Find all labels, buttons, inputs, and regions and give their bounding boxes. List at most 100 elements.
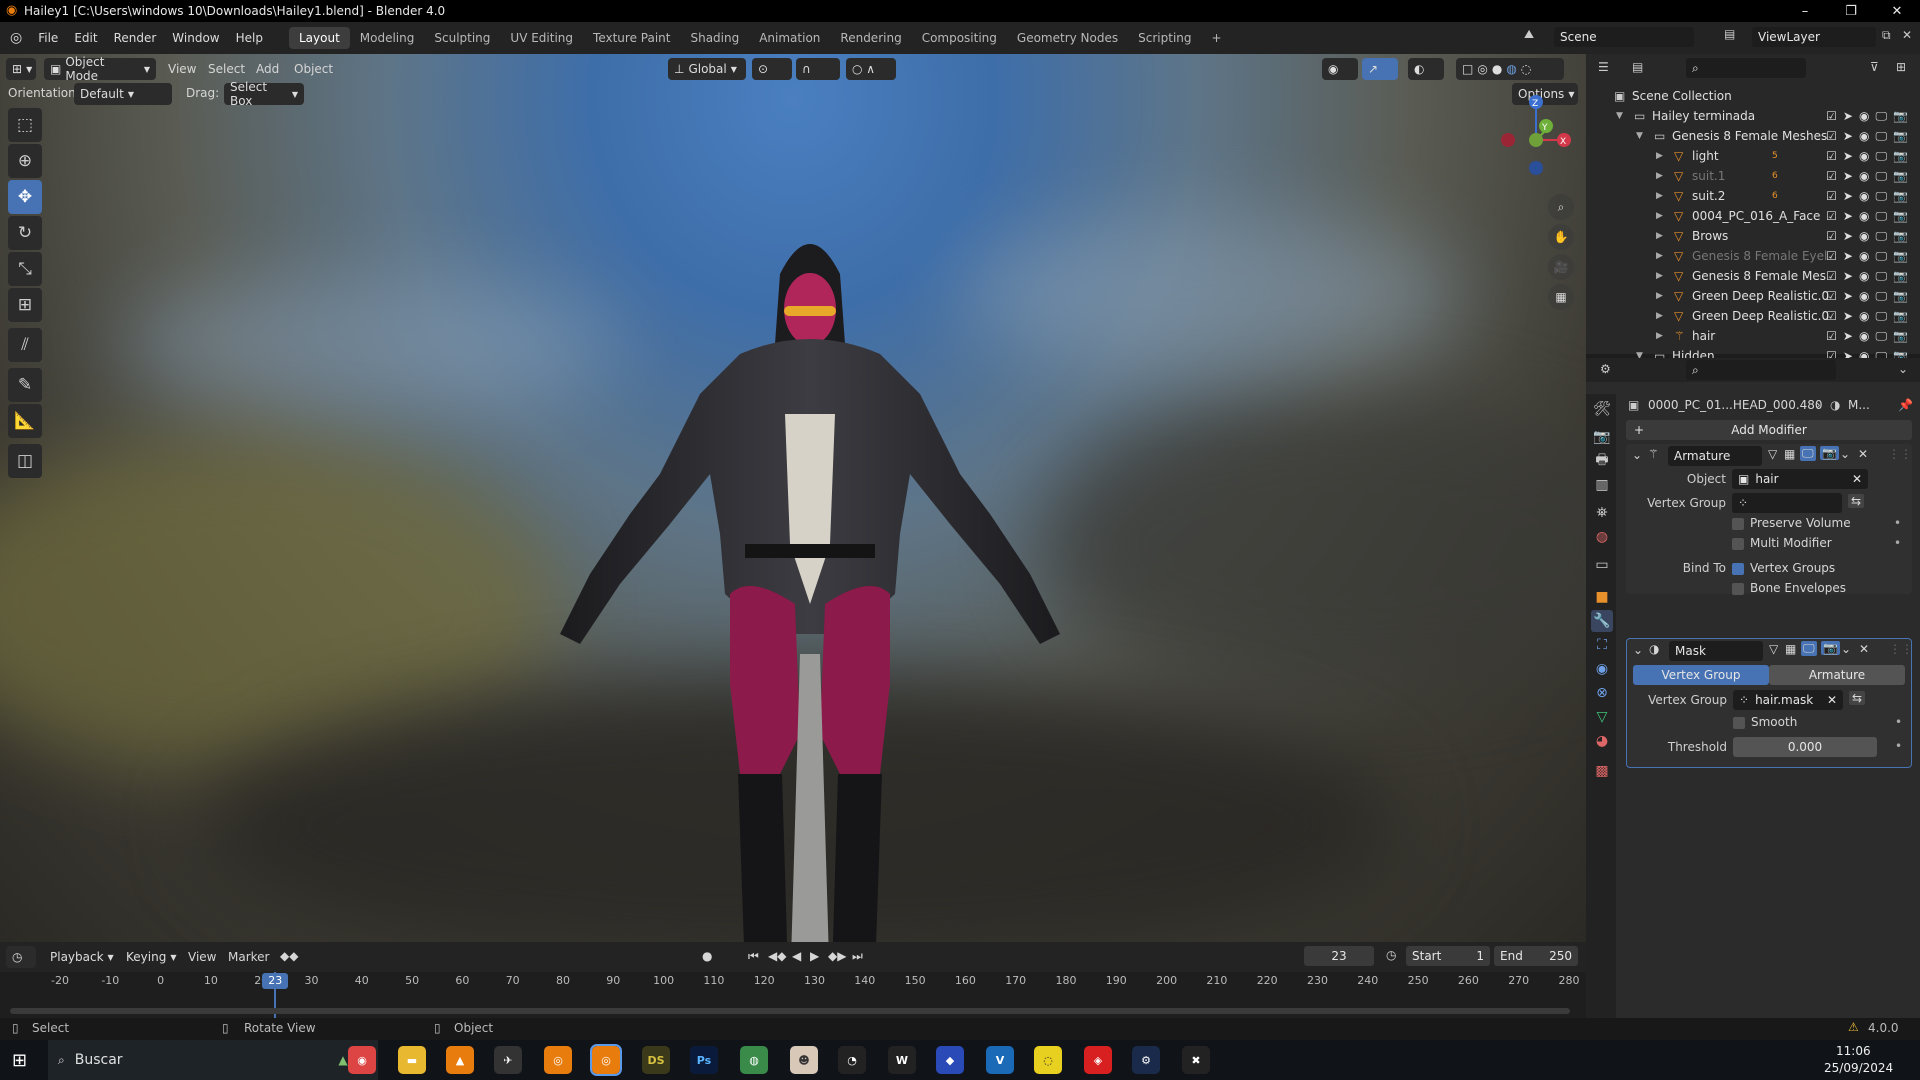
- new-view-layer-icon[interactable]: ⧉: [1882, 28, 1891, 43]
- monitor-icon[interactable]: 🖵: [1875, 329, 1887, 344]
- menu-help[interactable]: Help: [228, 31, 271, 45]
- circular-app-icon[interactable]: ◔: [838, 1046, 866, 1074]
- drag-handle-icon[interactable]: ⋮⋮: [1888, 447, 1912, 461]
- cursor-tool[interactable]: ⊕: [8, 144, 42, 178]
- editor-type-button[interactable]: ⊞ ▼: [6, 58, 36, 80]
- world-tab-icon[interactable]: ◍: [1591, 526, 1613, 548]
- camera-icon[interactable]: 📷: [1893, 309, 1908, 324]
- tab-animation[interactable]: Animation: [749, 27, 830, 49]
- physics-tab-icon[interactable]: ◉: [1591, 658, 1613, 680]
- invert-icon[interactable]: ⇆: [1849, 691, 1866, 705]
- gizmo-toggle[interactable]: ↗: [1362, 58, 1398, 80]
- camera-icon[interactable]: 📷: [1893, 249, 1908, 264]
- tab-compositing[interactable]: Compositing: [912, 27, 1007, 49]
- move-tool[interactable]: ✥: [8, 180, 42, 214]
- viewport-menu-select[interactable]: Select: [208, 62, 245, 76]
- add-cube-tool[interactable]: ◫: [8, 444, 42, 478]
- eye-icon[interactable]: ◉: [1859, 129, 1869, 144]
- modifier-tab-icon[interactable]: 🔧: [1591, 610, 1613, 632]
- close-button[interactable]: ✕: [1874, 0, 1920, 22]
- exclude-checkbox-icon[interactable]: ☑: [1826, 169, 1837, 184]
- multi-modifier-checkbox[interactable]: Multi Modifier: [1732, 536, 1832, 550]
- mode-dropdown[interactable]: ▣ Object Mode ▼: [44, 55, 156, 83]
- camera-icon[interactable]: 📷: [1893, 129, 1908, 144]
- mask-mode-armature-tab[interactable]: Armature: [1769, 665, 1905, 685]
- exclude-checkbox-icon[interactable]: ☑: [1826, 309, 1837, 324]
- eye-icon[interactable]: ◉: [1859, 329, 1869, 344]
- expand-arrow-icon[interactable]: ▶: [1656, 191, 1663, 201]
- transform-orientation-dropdown[interactable]: ⊥ Global ▼: [668, 58, 746, 80]
- warning-icon[interactable]: ⚠: [1848, 1020, 1859, 1034]
- 3d-viewport[interactable]: ⊞ ▼ ▣ Object Mode ▼ View Select Add Object …: [0, 54, 1586, 942]
- remove-modifier-icon[interactable]: ✕: [1858, 447, 1868, 461]
- data-tab-icon[interactable]: ▽: [1591, 706, 1613, 728]
- transform-tool[interactable]: ⊞: [8, 288, 42, 322]
- add-modifier-button[interactable]: + Add Modifier: [1626, 420, 1912, 440]
- marker-menu[interactable]: Marker: [228, 950, 269, 964]
- outliner-row[interactable]: ▶ ▽ 0004_PC_016_A_Face ☑ ➤ ◉ 🖵 📷: [1586, 206, 1920, 226]
- bone-envelopes-checkbox[interactable]: Bone Envelopes: [1732, 581, 1846, 595]
- select-arrow-icon[interactable]: ➤: [1843, 169, 1853, 184]
- select-arrow-icon[interactable]: ➤: [1843, 289, 1853, 304]
- properties-search-input[interactable]: ⌕: [1686, 360, 1836, 380]
- outliner-search-input[interactable]: ⌕: [1686, 58, 1806, 78]
- proportional-edit-toggle[interactable]: ○ ∧: [846, 58, 896, 80]
- monitor-icon[interactable]: 🖵: [1875, 109, 1887, 124]
- exclude-checkbox-icon[interactable]: ☑: [1826, 269, 1837, 284]
- outliner-row[interactable]: ▣ Scene Collection: [1586, 86, 1920, 106]
- keying-menu[interactable]: Keying ▼: [120, 946, 180, 968]
- outliner-row[interactable]: ▶ ⚚ hair ☑ ➤ ◉ 🖵 📷: [1586, 326, 1920, 346]
- play-reverse-icon[interactable]: ◀: [792, 949, 801, 963]
- collapse-chevron-icon[interactable]: ⌄: [1633, 643, 1643, 657]
- viewport-menu-add[interactable]: Add: [256, 62, 279, 76]
- vpn-app-icon[interactable]: ◈: [1084, 1046, 1112, 1074]
- invert-icon[interactable]: ⇆: [1848, 494, 1865, 508]
- collection-tab-icon[interactable]: ▭: [1591, 554, 1613, 576]
- next-keyframe-icon[interactable]: ◆▶: [828, 949, 846, 963]
- material-shading-icon[interactable]: ◍: [1506, 62, 1516, 76]
- rendered-shading-icon[interactable]: ◌: [1521, 62, 1531, 76]
- tool-app-icon[interactable]: ✖: [1182, 1046, 1210, 1074]
- vlc-icon[interactable]: ▲: [446, 1046, 474, 1074]
- expand-arrow-icon[interactable]: ▶: [1656, 231, 1663, 241]
- monitor-icon[interactable]: 🖵: [1875, 269, 1887, 284]
- game-app-icon[interactable]: ☻: [790, 1046, 818, 1074]
- play-icon[interactable]: ▶: [810, 949, 819, 963]
- blender-active-icon[interactable]: ◎: [590, 1044, 622, 1076]
- current-frame-field[interactable]: 23: [1304, 946, 1374, 966]
- cage-toggle-icon[interactable]: ▦: [1784, 447, 1795, 461]
- keyframe-dot-icon[interactable]: •: [1894, 516, 1901, 530]
- messenger-app-icon[interactable]: ◌: [1034, 1046, 1062, 1074]
- tab-layout[interactable]: Layout: [288, 27, 350, 49]
- monitor-icon[interactable]: 🖵: [1875, 289, 1887, 304]
- orientation-dropdown[interactable]: Default ▼: [74, 83, 172, 105]
- monitor-icon[interactable]: 🖵: [1875, 189, 1887, 204]
- outliner-row[interactable]: ▶ ▽ Genesis 8 Female Mes ☑ ➤ ◉ 🖵 📷: [1586, 266, 1920, 286]
- solid-shading-icon[interactable]: ●: [1492, 62, 1502, 76]
- expand-arrow-icon[interactable]: ▼: [1636, 131, 1643, 141]
- exclude-checkbox-icon[interactable]: ☑: [1826, 209, 1837, 224]
- menu-edit[interactable]: Edit: [66, 31, 105, 45]
- pan-hand-icon[interactable]: ✋: [1548, 224, 1574, 250]
- v-app-icon[interactable]: V: [986, 1046, 1014, 1074]
- armature-vertex-group-field[interactable]: ⁘: [1732, 493, 1842, 513]
- camera-icon[interactable]: 📷: [1893, 289, 1908, 304]
- wireframe-shading-icon[interactable]: ◎: [1477, 62, 1487, 76]
- exclude-checkbox-icon[interactable]: ☑: [1826, 109, 1837, 124]
- camera-icon[interactable]: 📷: [1893, 269, 1908, 284]
- select-box-tool[interactable]: ⬚: [8, 108, 42, 142]
- eye-icon[interactable]: ◉: [1859, 289, 1869, 304]
- preview-range-icon[interactable]: ◷: [1386, 948, 1396, 962]
- expand-arrow-icon[interactable]: ▶: [1656, 311, 1663, 321]
- tab-shading[interactable]: Shading: [680, 27, 749, 49]
- new-collection-icon[interactable]: ⊞: [1896, 60, 1906, 74]
- exclude-checkbox-icon[interactable]: ☑: [1826, 149, 1837, 164]
- photoshop-icon[interactable]: Ps: [690, 1046, 718, 1074]
- output-tab-icon[interactable]: 🖶: [1591, 450, 1613, 472]
- steam-icon[interactable]: ⚙: [1132, 1046, 1160, 1074]
- daz-studio-icon[interactable]: DS: [642, 1046, 670, 1074]
- armature-modifier-name[interactable]: Armature: [1668, 446, 1762, 466]
- drag-handle-icon[interactable]: ⋮⋮: [1889, 642, 1913, 656]
- outliner-editor-icon[interactable]: ☰: [1598, 60, 1609, 74]
- eye-icon[interactable]: ◉: [1859, 229, 1869, 244]
